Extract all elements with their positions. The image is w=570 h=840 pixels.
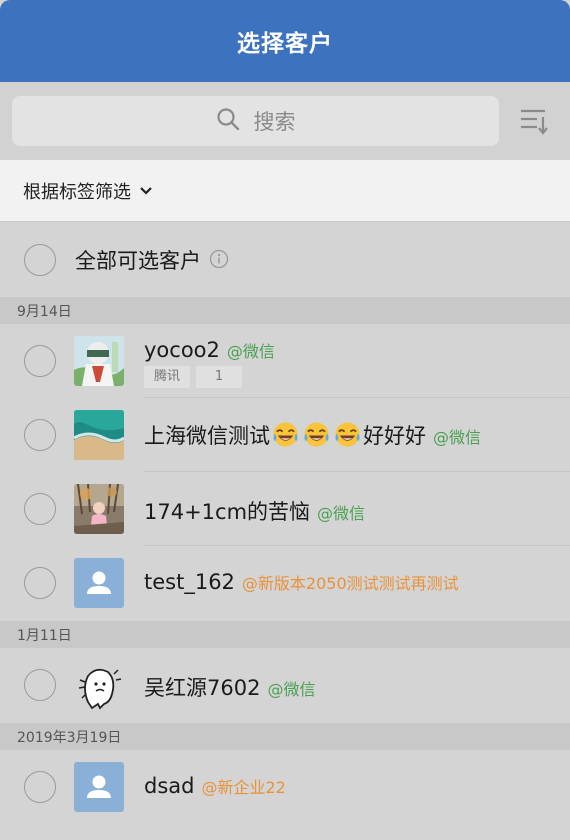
- source-tag: @微信: [317, 504, 366, 523]
- tears-of-joy-emoji-icon: [332, 421, 363, 448]
- search-input[interactable]: 搜索: [12, 96, 499, 146]
- customer-name-suffix: 好好好: [363, 424, 426, 448]
- tears-of-joy-emoji-icon: [270, 421, 301, 448]
- customer-name: dsad: [144, 774, 195, 798]
- tears-of-joy-emoji-icon: [301, 421, 332, 448]
- list-item[interactable]: 上海微信测试 好好好 @微信: [0, 398, 570, 472]
- customer-name: test_162: [144, 570, 235, 594]
- row-checkbox[interactable]: [24, 771, 56, 803]
- source-tag: @新企业22: [201, 778, 286, 797]
- list-item[interactable]: yocoo2 @微信 腾讯 1: [0, 324, 570, 398]
- list-item[interactable]: 吴红源7602 @微信: [0, 648, 570, 722]
- list-item[interactable]: 174+1cm的苦恼 @微信: [0, 472, 570, 546]
- label-chip: 腾讯: [144, 366, 191, 388]
- source-tag: @新版本2050测试测试再测试: [241, 574, 459, 593]
- row-checkbox[interactable]: [24, 419, 56, 451]
- date-header: 2019年3月19日: [0, 723, 570, 750]
- search-icon: [216, 107, 240, 135]
- photo-avatar: [74, 484, 124, 534]
- search-area: 搜索: [0, 82, 570, 160]
- cartoon-avatar: [74, 660, 124, 710]
- label-chip: 1: [196, 366, 243, 388]
- sort-icon: [521, 109, 548, 135]
- row-checkbox[interactable]: [24, 493, 56, 525]
- row-checkbox[interactable]: [24, 345, 56, 377]
- page-title: 选择客户: [237, 31, 333, 57]
- customer-name: 吴红源7602: [144, 676, 261, 700]
- source-tag: @微信: [226, 342, 275, 361]
- source-tag: @微信: [267, 680, 316, 699]
- select-all-checkbox[interactable]: [24, 244, 56, 276]
- default-user-avatar: [74, 558, 124, 608]
- customer-name: 174+1cm的苦恼: [144, 500, 311, 524]
- select-all-label: 全部可选客户: [75, 249, 201, 273]
- header-bar: 选择客户: [0, 0, 570, 82]
- list-item[interactable]: test_162 @新版本2050测试测试再测试: [0, 546, 570, 620]
- row-checkbox[interactable]: [24, 567, 56, 599]
- default-user-avatar: [74, 762, 124, 812]
- beach-avatar: [74, 410, 124, 460]
- row-checkbox[interactable]: [24, 669, 56, 701]
- customer-name: yocoo2: [144, 338, 220, 362]
- list-item[interactable]: dsad @新企业22: [0, 750, 570, 824]
- chevron-down-icon: [139, 181, 153, 200]
- photo-avatar: [74, 336, 124, 386]
- search-placeholder: 搜索: [253, 110, 296, 134]
- tag-filter-dropdown[interactable]: 根据标签筛选: [0, 160, 570, 222]
- filter-label: 根据标签筛选: [23, 181, 131, 203]
- customer-name-prefix: 上海微信测试: [144, 424, 270, 448]
- select-all-row[interactable]: 全部可选客户: [0, 223, 570, 297]
- date-header: 9月14日: [0, 297, 570, 324]
- info-icon[interactable]: [209, 249, 229, 273]
- date-header: 1月11日: [0, 621, 570, 648]
- sort-button[interactable]: [519, 106, 551, 136]
- source-tag: @微信: [433, 428, 482, 447]
